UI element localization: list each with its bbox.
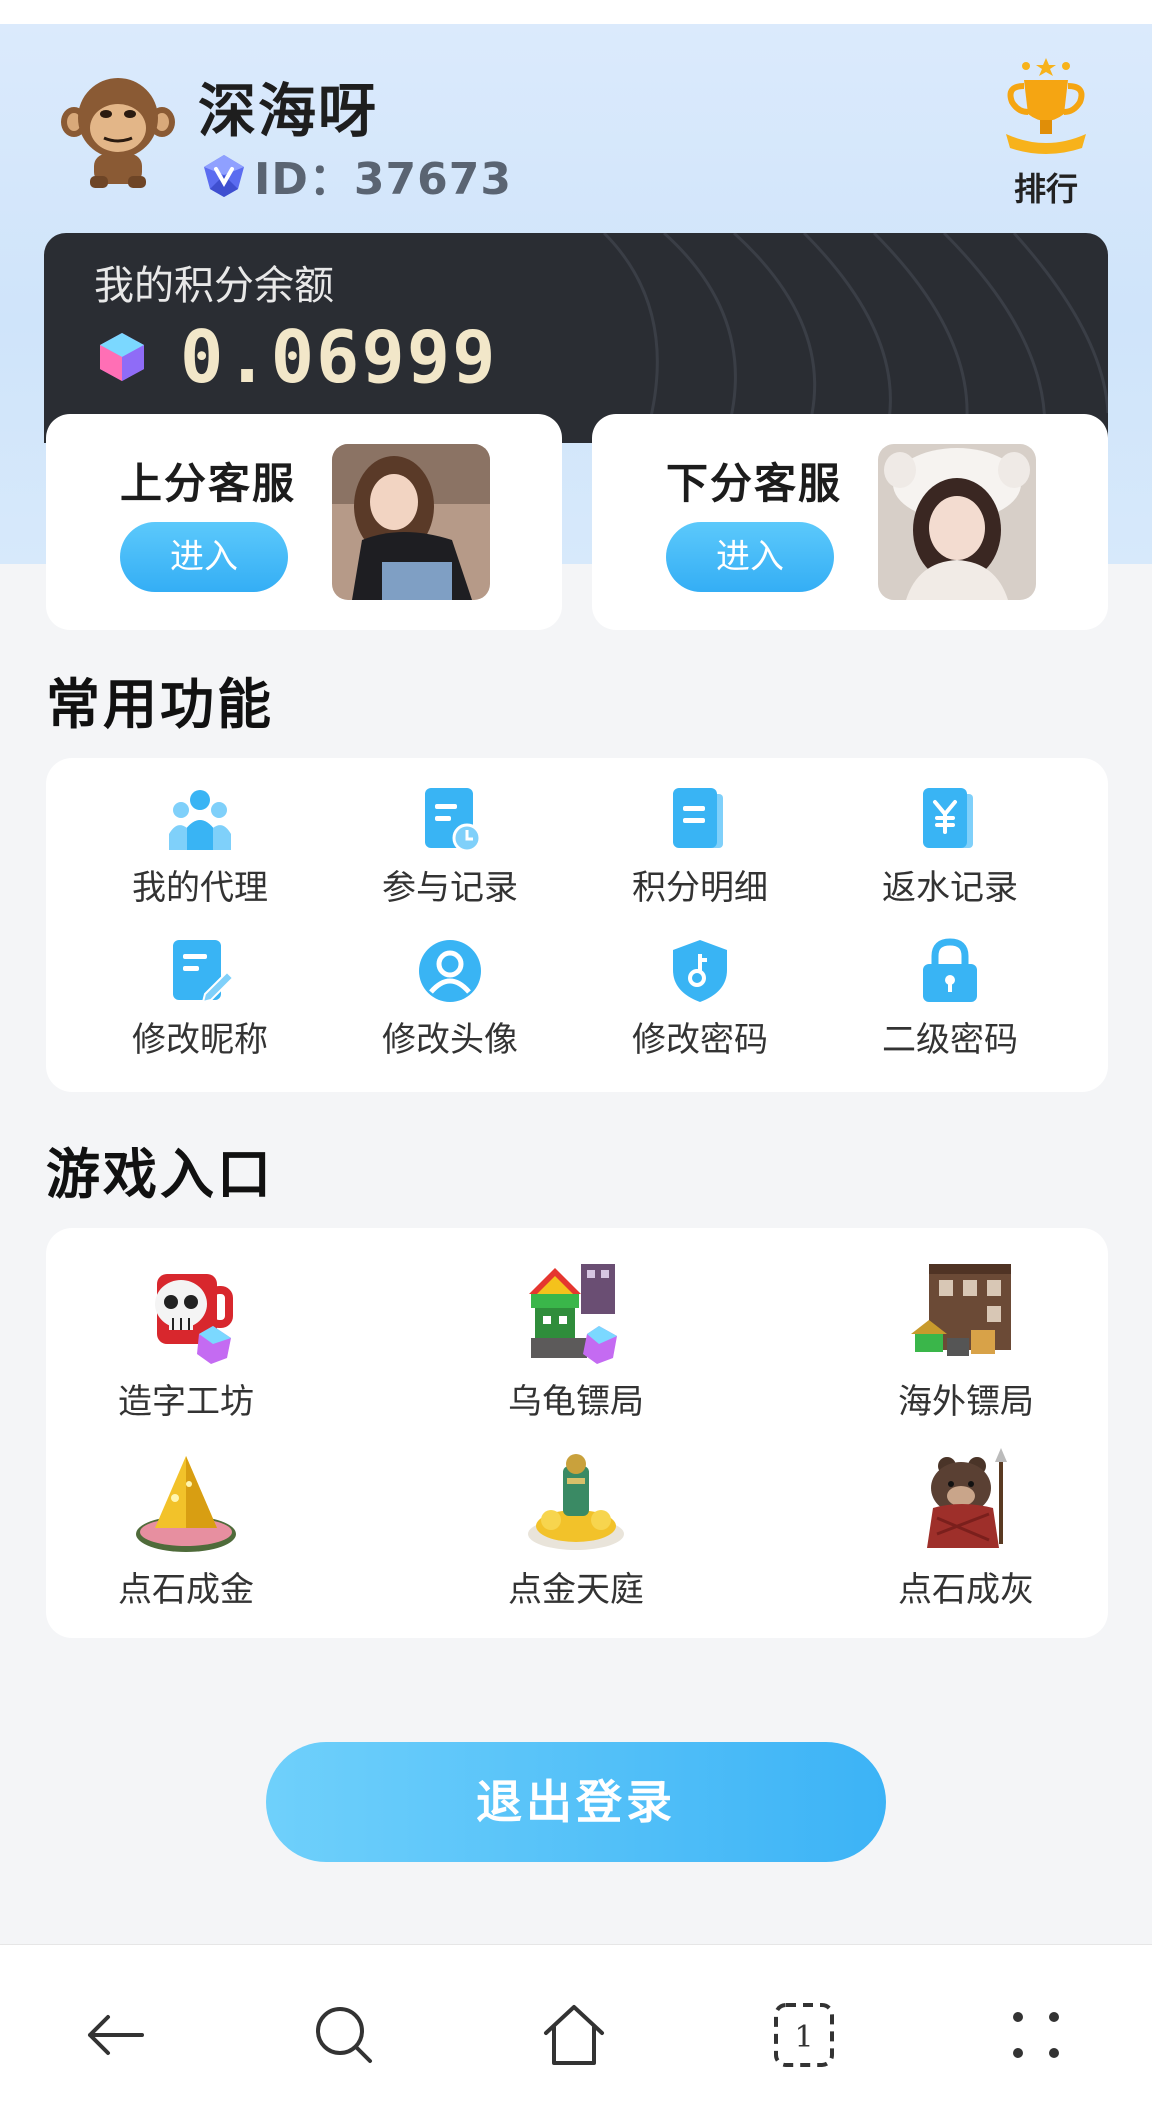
crystal-icon: [100, 333, 144, 381]
withdraw-service-card: 下分客服 进入: [592, 414, 1108, 630]
top-up-service-photo: [332, 444, 490, 600]
points-detail-icon: [673, 788, 723, 848]
golden-heaven-game-icon: [528, 1454, 624, 1550]
func-change-password[interactable]: 修改密码: [600, 936, 800, 1061]
game-label: 乌龟镖局: [508, 1382, 644, 1422]
balance-value: 0.06999: [180, 315, 498, 399]
func-participation-record[interactable]: 参与记录: [350, 784, 550, 909]
game-label: 点石成金: [118, 1570, 254, 1610]
func-label: 二级密码: [882, 1020, 1018, 1060]
turtle-escort-game-icon: [529, 1264, 617, 1364]
functions-panel: 我的代理 参与记录 积分明细 返水记录 修改昵称 修改头像 修改密码 二级密码: [46, 758, 1108, 1092]
balance-label: 我的积分余额: [94, 263, 334, 309]
home-button[interactable]: [538, 1999, 610, 2071]
status-strip: [0, 0, 1152, 24]
logout-button[interactable]: 退出登录: [266, 1742, 886, 1862]
func-label: 参与记录: [382, 868, 518, 908]
home-icon: [544, 2005, 604, 2065]
func-my-agent[interactable]: 我的代理: [100, 784, 300, 909]
gold-pyramid-game-icon: [136, 1456, 236, 1552]
user-avatar[interactable]: [60, 72, 176, 190]
func-label: 修改密码: [632, 1020, 768, 1060]
game-stone-to-gold[interactable]: 点石成金: [76, 1448, 296, 1611]
func-label: 修改头像: [382, 1020, 518, 1060]
skull-mug-game-icon: [155, 1274, 233, 1364]
functions-section-title: 常用功能: [46, 673, 274, 736]
users-icon: [169, 790, 231, 850]
func-label: 修改昵称: [132, 1020, 268, 1060]
game-stone-to-ash[interactable]: 点石成灰: [856, 1448, 1076, 1611]
withdraw-enter-button[interactable]: 进入: [666, 522, 834, 592]
top-up-service-card: 上分客服 进入: [46, 414, 562, 630]
func-label: 积分明细: [632, 868, 768, 908]
search-icon: [316, 2007, 372, 2063]
balance-card: 我的积分余额 0.06999: [44, 233, 1108, 443]
game-golden-heaven[interactable]: 点金天庭: [466, 1448, 686, 1611]
func-secondary-password[interactable]: 二级密码: [850, 936, 1050, 1061]
username: 深海呀: [198, 77, 379, 145]
game-label: 造字工坊: [118, 1382, 254, 1422]
games-section-title: 游戏入口: [46, 1143, 274, 1206]
tab-count: 1: [794, 2020, 813, 2055]
back-button[interactable]: [80, 1999, 152, 2071]
func-points-detail[interactable]: 积分明细: [600, 784, 800, 909]
func-label: 返水记录: [882, 868, 1018, 908]
func-edit-nickname[interactable]: 修改昵称: [100, 936, 300, 1061]
user-circle-icon: [419, 940, 481, 1002]
top-up-service-title: 上分客服: [120, 459, 297, 508]
monkey-avatar-icon: [61, 78, 175, 188]
user-id-row: ID：37673: [198, 148, 512, 205]
top-up-enter-button[interactable]: 进入: [120, 522, 288, 592]
back-arrow-icon: [88, 2015, 144, 2055]
func-label: 我的代理: [132, 868, 268, 908]
menu-dots-icon: [1013, 2012, 1059, 2058]
rank-button[interactable]: 排行: [996, 56, 1096, 210]
edit-doc-icon: [173, 940, 235, 1004]
rebate-yen-icon: [923, 788, 973, 848]
games-panel: 造字工坊 乌龟镖局 海外镖局 点石成金 点金天庭 点石成灰: [46, 1228, 1108, 1638]
rank-label: 排行: [1013, 170, 1078, 208]
vip-diamond-icon: [204, 155, 244, 197]
game-label: 海外镖局: [898, 1382, 1034, 1422]
menu-button[interactable]: [1000, 1999, 1072, 2071]
func-rebate-record[interactable]: 返水记录: [850, 784, 1050, 909]
bear-warrior-game-icon: [927, 1448, 1007, 1548]
record-clock-icon: [425, 788, 482, 853]
game-label: 点石成灰: [898, 1570, 1034, 1610]
user-id: ID：37673: [254, 154, 512, 205]
lock-icon: [923, 938, 977, 1002]
game-overseas-escort[interactable]: 海外镖局: [856, 1260, 1076, 1423]
trophy-icon: [1006, 58, 1086, 154]
game-turtle-escort[interactable]: 乌龟镖局: [466, 1260, 686, 1423]
search-button[interactable]: [308, 1999, 380, 2071]
withdraw-service-title: 下分客服: [666, 459, 843, 508]
game-character-workshop[interactable]: 造字工坊: [76, 1260, 296, 1423]
bottom-nav-bar: 1: [0, 1944, 1152, 2112]
overseas-escort-game-icon: [911, 1264, 1011, 1356]
func-edit-avatar[interactable]: 修改头像: [350, 936, 550, 1061]
tabs-icon: 1: [774, 2003, 834, 2067]
withdraw-service-photo: [878, 444, 1036, 600]
shield-key-icon: [673, 940, 727, 1002]
game-label: 点金天庭: [508, 1570, 644, 1610]
tabs-button[interactable]: 1: [768, 1999, 840, 2071]
